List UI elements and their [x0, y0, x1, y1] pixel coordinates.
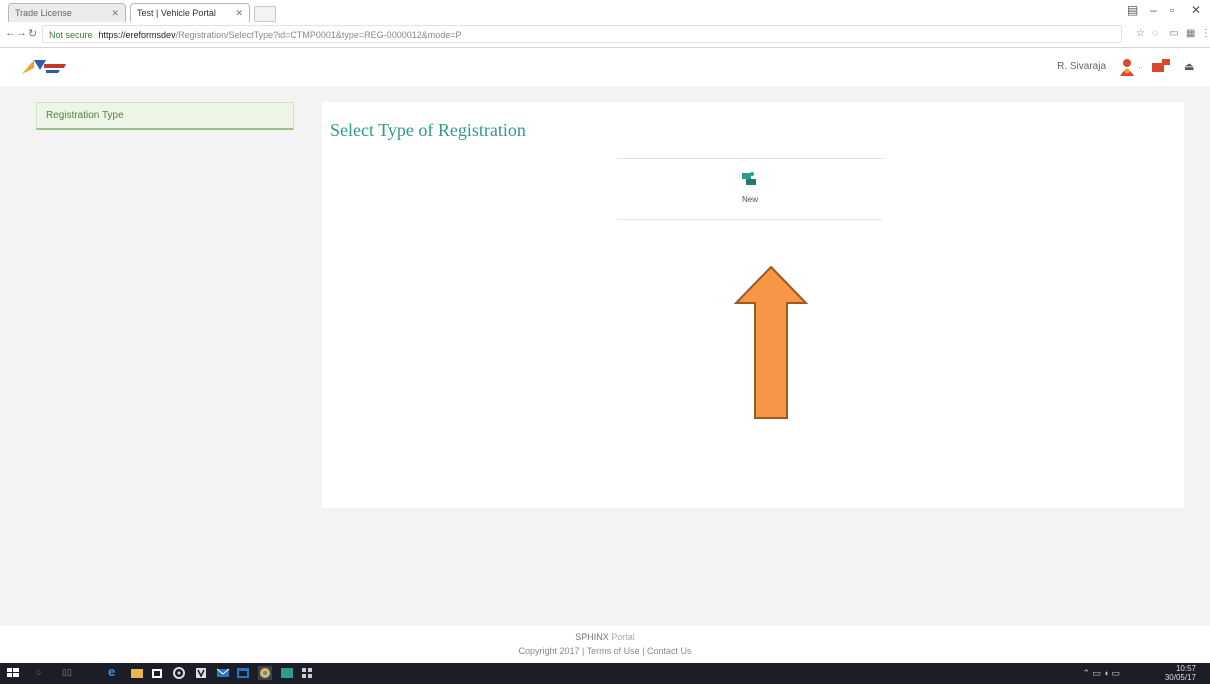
- system-tray-icons[interactable]: ⌃ ▭ ◖ ▭: [1083, 668, 1121, 679]
- back-icon[interactable]: ←: [5, 27, 16, 39]
- app-logo[interactable]: [20, 56, 74, 78]
- browser-toolbar: ← → ↻ Not secure https://ereformsdev/Regi…: [0, 22, 1210, 48]
- url-path: /Registration/SelectType?id=CTMP0001&typ…: [175, 30, 462, 40]
- annotation-arrow-up: [734, 266, 808, 419]
- bookmark-star-icon[interactable]: ☆: [1136, 28, 1145, 39]
- chevron-down-icon[interactable]: ·: [1138, 62, 1141, 72]
- close-window-icon[interactable]: ✕: [1191, 3, 1201, 17]
- close-tab-icon[interactable]: ✕: [235, 8, 243, 19]
- windows-start-icon[interactable]: [6, 666, 20, 680]
- menu-icon[interactable]: ⋮: [1201, 28, 1210, 39]
- footer-copyright[interactable]: Copyright 2017 | Terms of Use | Contact …: [0, 646, 1210, 656]
- search-icon[interactable]: ○: [36, 667, 50, 681]
- page-footer: SPHINX Portal Copyright 2017 | Terms of …: [0, 626, 1210, 663]
- browser-tab-label: Trade License: [15, 8, 72, 18]
- user-name[interactable]: R. Sivaraja: [1057, 61, 1106, 72]
- app-icon[interactable]: [300, 666, 314, 680]
- app-icon[interactable]: [194, 666, 208, 680]
- footer-brand-suffix: Portal: [611, 632, 635, 642]
- taskbar-clock[interactable]: 10:57 30/05/17: [1165, 664, 1196, 682]
- reload-icon[interactable]: ↻: [28, 27, 37, 40]
- file-explorer-icon[interactable]: [130, 666, 144, 680]
- security-label: Not secure: [49, 30, 93, 40]
- store-icon[interactable]: [150, 666, 164, 680]
- address-bar[interactable]: Not secure https://ereformsdev/Registrati…: [42, 25, 1122, 43]
- browser-tab-strip: Trade License ✕ Test | Vehicle Portal ✕ …: [0, 0, 1210, 22]
- app-header: R. Sivaraja · ⏏: [0, 48, 1210, 86]
- chrome-browser-icon[interactable]: [258, 666, 272, 680]
- clock-date: 30/05/17: [1164, 673, 1196, 682]
- maximize-icon[interactable]: ▫: [1170, 3, 1174, 17]
- extension-icon[interactable]: ▦: [1186, 28, 1195, 39]
- url-host: https://ereformsdev: [98, 30, 176, 40]
- mail-icon[interactable]: [216, 666, 230, 680]
- avatar[interactable]: [1119, 57, 1135, 77]
- clock-time: 10:57: [1175, 664, 1196, 673]
- windows-taskbar: ○ ▯▯ e ⌃ ▭ ◖ ▭ 10:57 30/05/17: [0, 663, 1210, 684]
- page-title: Select Type of Registration: [330, 120, 526, 140]
- footer-brand-name: SPHINX: [575, 632, 609, 642]
- new-registration-icon: [742, 172, 756, 185]
- forward-icon[interactable]: →: [16, 27, 27, 39]
- logout-icon[interactable]: ⏏: [1184, 60, 1194, 73]
- extension-icon[interactable]: ◌: [1152, 28, 1158, 39]
- sidebar-item-registration-type[interactable]: Registration Type: [36, 102, 294, 130]
- footer-brand: SPHINX Portal: [0, 632, 1210, 642]
- app-icon[interactable]: [280, 666, 294, 680]
- task-view-icon[interactable]: ▯▯: [62, 667, 76, 681]
- close-tab-icon[interactable]: ✕: [111, 8, 119, 19]
- edge-browser-icon[interactable]: e: [108, 664, 122, 679]
- registration-type-new-label: New: [741, 195, 758, 204]
- user-profile-icon[interactable]: ▤: [1127, 3, 1138, 17]
- browser-tab[interactable]: Trade License ✕: [8, 3, 126, 22]
- registration-type-new-button[interactable]: New: [617, 158, 883, 220]
- minimize-icon[interactable]: –: [1150, 3, 1157, 17]
- browser-tab-active[interactable]: Test | Vehicle Portal ✕: [130, 3, 250, 22]
- sidebar-item-label: Registration Type: [46, 110, 124, 121]
- cast-icon[interactable]: ▭: [1169, 28, 1178, 39]
- calendar-icon[interactable]: [236, 666, 250, 680]
- notification-icon[interactable]: [1150, 57, 1172, 75]
- settings-icon[interactable]: [172, 666, 186, 680]
- browser-tab-label: Test | Vehicle Portal: [137, 8, 216, 18]
- new-tab-button[interactable]: [254, 6, 276, 22]
